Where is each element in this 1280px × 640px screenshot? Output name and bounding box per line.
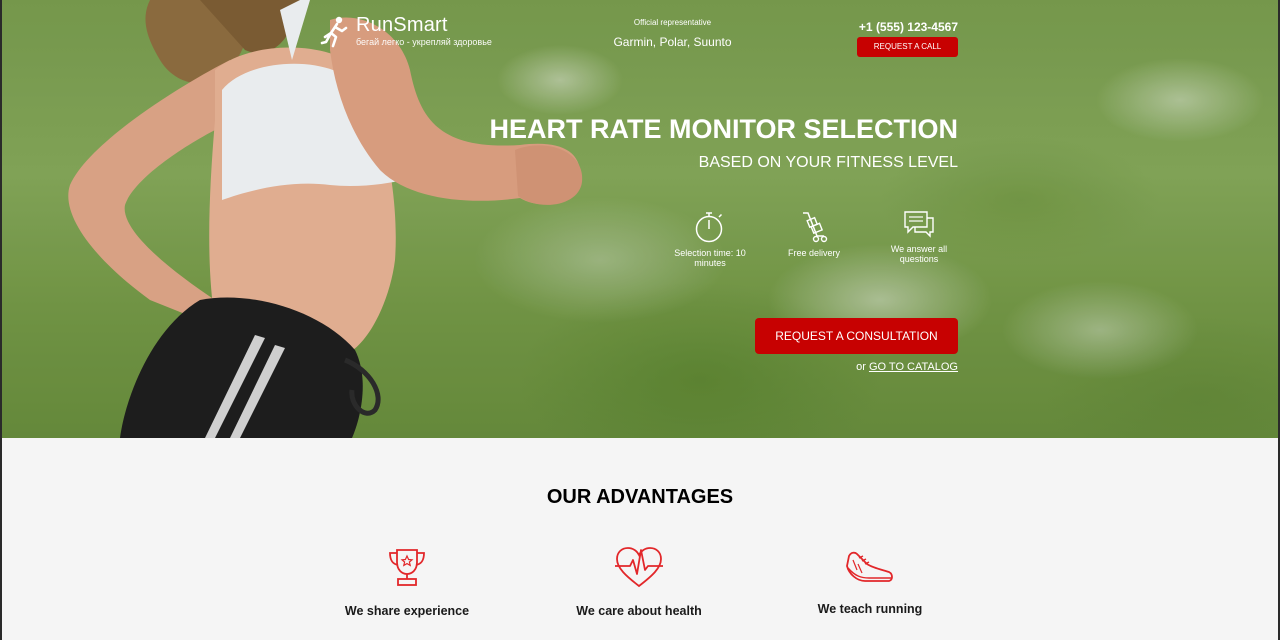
heart-pulse-icon xyxy=(615,547,663,588)
feature-label: Selection time: 10 minutes xyxy=(674,248,746,268)
runner-logo-icon xyxy=(320,16,348,48)
request-call-button[interactable]: REQUEST A CALL xyxy=(857,37,958,57)
brand-tagline: бегай легко - укрепляй здоровье xyxy=(356,37,492,47)
phone-number[interactable]: +1 (555) 123-4567 xyxy=(854,20,958,34)
catalog-line: or GO TO CATALOG xyxy=(856,361,958,374)
stopwatch-icon xyxy=(695,212,723,243)
go-to-catalog-link[interactable]: GO TO CATALOG xyxy=(869,361,958,373)
official-representative: Official representative Garmin, Polar, S… xyxy=(600,18,745,50)
advantage-care-health: We care about health xyxy=(549,546,729,618)
chat-bubbles-icon xyxy=(904,211,934,238)
advantage-label: We care about health xyxy=(576,604,702,618)
official-brands: Garmin, Polar, Suunto xyxy=(613,35,732,49)
feature-selection-time: Selection time: 10 minutes xyxy=(670,210,750,268)
runner-image xyxy=(68,0,583,438)
advantages-title: OUR ADVANTAGES xyxy=(546,486,734,508)
logo-text: RunSmart бегай легко - укрепляй здоровье xyxy=(356,14,492,48)
brand-name: RunSmart xyxy=(356,14,448,36)
hero-subtitle: BASED ON YOUR FITNESS LEVEL xyxy=(698,154,958,171)
advantages-section: OUR ADVANTAGES We share experience We ca… xyxy=(0,438,1280,640)
advantage-share-experience: We share experience xyxy=(317,546,497,618)
delivery-cart-icon xyxy=(803,212,828,243)
hero-section: RunSmart бегай легко - укрепляй здоровье… xyxy=(0,0,1280,438)
official-label: Official representative xyxy=(633,18,712,27)
advantage-label: We share experience xyxy=(344,604,470,618)
contact-block: +1 (555) 123-4567 REQUEST A CALL xyxy=(854,20,958,57)
feature-answer-questions: We answer all questions xyxy=(879,210,959,264)
advantage-label: We teach running xyxy=(817,602,923,616)
catalog-prefix: or xyxy=(856,361,866,373)
feature-label: We answer all questions xyxy=(890,244,948,264)
trophy-icon xyxy=(389,549,425,586)
advantage-teach-running: We teach running xyxy=(780,546,960,616)
running-shoe-icon xyxy=(846,551,893,582)
logo[interactable]: RunSmart бегай легко - укрепляй здоровье xyxy=(320,14,492,50)
request-consultation-button[interactable]: REQUEST A CONSULTATION xyxy=(755,318,958,354)
hero-title: HEART RATE MONITOR SELECTION xyxy=(489,114,958,144)
feature-label: Free delivery xyxy=(787,248,841,258)
window-edge-left xyxy=(0,0,2,640)
feature-free-delivery: Free delivery xyxy=(774,210,854,258)
